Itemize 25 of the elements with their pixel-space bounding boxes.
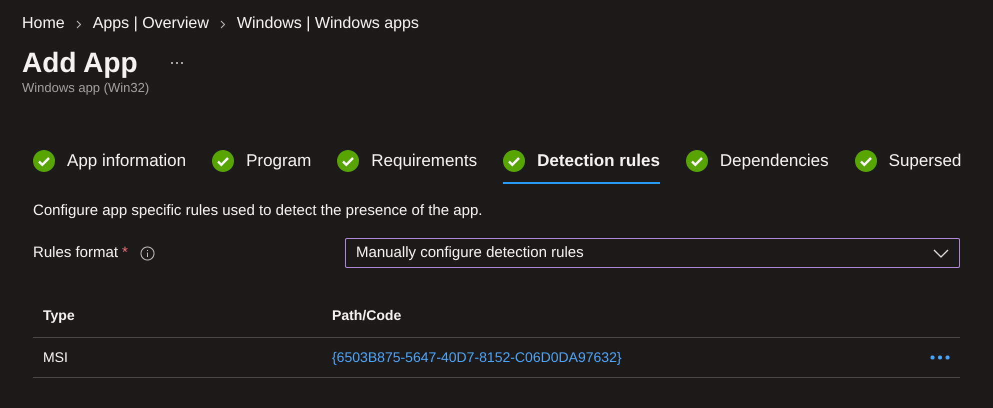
wizard-tab[interactable]: Dependencies	[686, 148, 829, 184]
more-options-icon[interactable]	[930, 355, 950, 360]
wizard-tab[interactable]: Supersed	[854, 148, 962, 184]
wizard-tab[interactable]: Detection rules	[503, 148, 660, 184]
required-mark: *	[122, 242, 128, 263]
description-text: Configure app specific rules used to detect the presence of the app.	[33, 200, 484, 220]
wizard-tab[interactable]: App information	[33, 148, 186, 184]
breadcrumb-link[interactable]: Windows | Windows apps	[236, 12, 419, 36]
field-label: Rules format	[33, 242, 118, 263]
info-icon[interactable]	[140, 246, 155, 260]
breadcrumb-link[interactable]: Apps | Overview	[92, 12, 209, 36]
chevron-down-icon	[933, 248, 949, 258]
wizard-tab[interactable]: Requirements	[337, 148, 478, 184]
table-cell-text: MSI	[42, 348, 69, 367]
breadcrumb-link[interactable]: Home	[22, 12, 65, 36]
rules-format-dropdown[interactable]: Manually configure detection rules	[345, 238, 960, 268]
chevron-right-icon	[220, 20, 226, 28]
chevron-right-icon	[76, 20, 82, 28]
path-code-link[interactable]: {6503B875-5647-40D7-8152-C06D0DA97632}	[332, 347, 622, 368]
column-header: Type	[42, 306, 76, 325]
page-title: Add App	[22, 46, 138, 80]
page-subtitle: Windows app (Win32)	[21, 80, 150, 96]
wizard-tab[interactable]: Program	[212, 148, 312, 184]
more-options-icon[interactable]	[170, 61, 184, 65]
column-header: Path/Code	[332, 306, 402, 325]
